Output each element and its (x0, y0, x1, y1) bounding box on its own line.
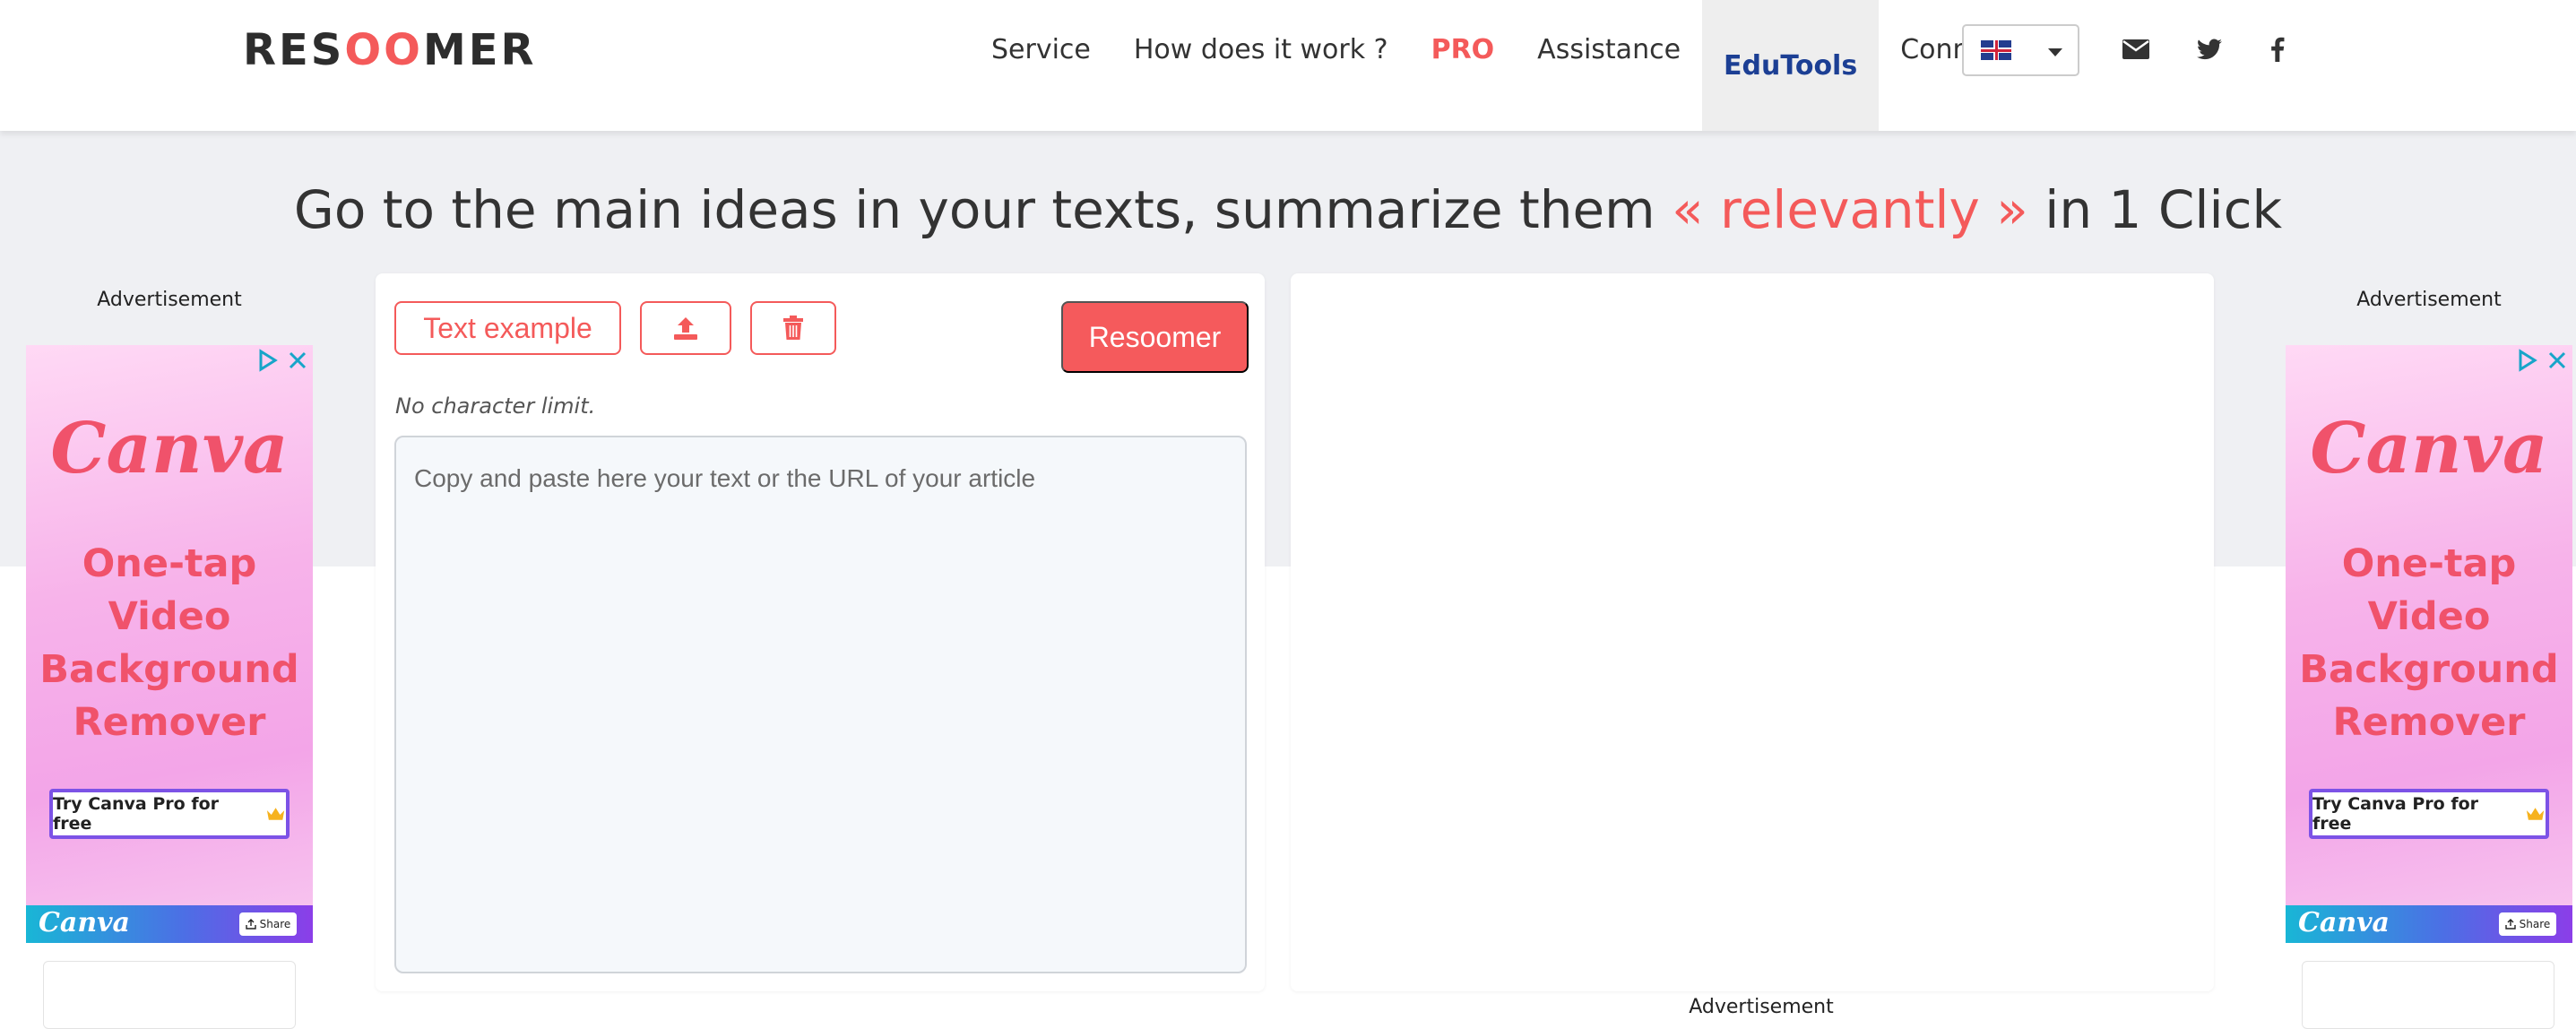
ad-choices[interactable] (255, 349, 309, 372)
trash-icon (783, 316, 803, 340)
chevron-down-icon (2048, 48, 2062, 56)
ad-cta-button[interactable]: Try Canva Pro for free (49, 789, 290, 839)
site-header: RESOOMER Service How does it work ? PRO … (0, 0, 2576, 131)
text-input-area[interactable] (394, 436, 1247, 973)
uk-flag-icon (1981, 40, 2011, 60)
share-icon (245, 919, 256, 930)
upload-icon (674, 317, 697, 340)
text-example-button[interactable]: Text example (394, 301, 621, 355)
ad-below-left (43, 961, 296, 1029)
main-nav: Service How does it work ? PRO Assistanc… (970, 0, 2064, 131)
close-icon (2548, 351, 2566, 369)
ad-banner-left[interactable]: Canva One-tap Video Background Remover T… (26, 345, 313, 943)
advertisement-label-left: Advertisement (97, 289, 242, 311)
facebook-icon[interactable] (2262, 34, 2293, 65)
upload-button[interactable] (640, 301, 731, 355)
ad-choices-icon (2519, 349, 2537, 372)
ad-choices[interactable] (2515, 349, 2569, 372)
resoomer-submit-button[interactable]: Resoomer (1061, 301, 1249, 373)
ad-choices-icon (259, 349, 278, 372)
clear-button[interactable] (750, 301, 836, 355)
nav-service[interactable]: Service (970, 0, 1112, 99)
twitter-icon[interactable] (2194, 34, 2225, 65)
ad-footer-bar: Canva Share (2286, 905, 2572, 943)
ad-share-button[interactable]: Share (2499, 912, 2556, 936)
input-panel: Text example Resoomer No character limit… (376, 273, 1265, 991)
ad-banner-right[interactable]: Canva One-tap Video Background Remover T… (2286, 345, 2572, 943)
language-select[interactable] (1962, 24, 2079, 76)
advertisement-label-right: Advertisement (2356, 289, 2502, 311)
crown-icon (2526, 808, 2545, 820)
output-panel (1291, 273, 2214, 991)
advertisement-label-bottom: Advertisement (1689, 996, 1834, 1018)
nav-how-it-works[interactable]: How does it work ? (1112, 0, 1410, 99)
ad-text: One-tap Video Background Remover (39, 541, 299, 745)
ad-text: One-tap Video Background Remover (2299, 541, 2559, 745)
close-icon (289, 351, 307, 369)
ad-footer-bar: Canva Share (26, 905, 313, 943)
envelope-icon[interactable] (2121, 34, 2151, 65)
ad-share-button[interactable]: Share (239, 912, 297, 936)
ad-cta-button[interactable]: Try Canva Pro for free (2309, 789, 2549, 839)
share-icon (2504, 919, 2516, 930)
resoomer-logo[interactable]: RESOOMER (243, 25, 536, 75)
nav-edutools[interactable]: EduTools (1702, 0, 1880, 131)
character-limit-note: No character limit. (395, 393, 596, 419)
canva-logo: Canva (50, 408, 289, 489)
crown-icon (266, 808, 285, 820)
nav-pro[interactable]: PRO (1410, 0, 1517, 99)
ad-below-right (2302, 961, 2554, 1029)
canva-logo: Canva (2310, 408, 2548, 489)
nav-assistance[interactable]: Assistance (1516, 0, 1702, 99)
page-headline: Go to the main ideas in your texts, summ… (293, 179, 2283, 240)
